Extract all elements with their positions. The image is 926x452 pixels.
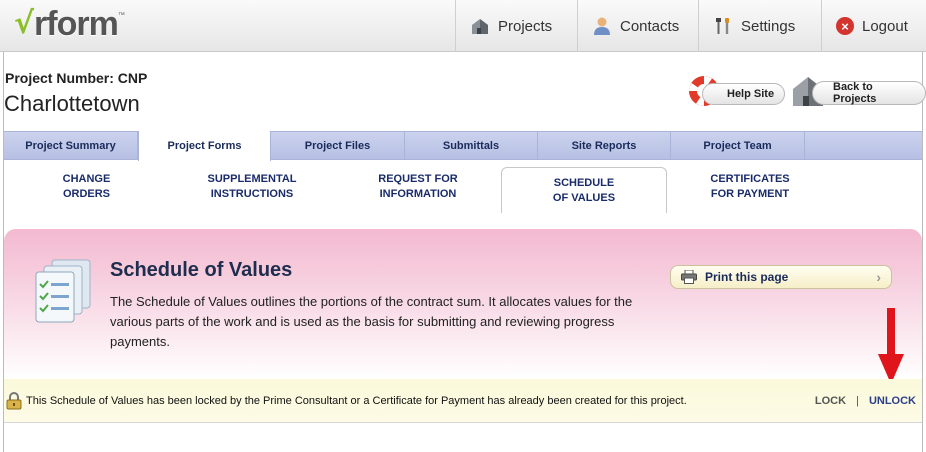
help-site-label: Help Site	[702, 82, 786, 105]
project-name: Charlottetown	[4, 91, 140, 116]
chevron-right-icon: ›	[876, 269, 881, 285]
tab-project-summary[interactable]: Project Summary	[4, 132, 138, 159]
logo-text: rform	[34, 5, 119, 43]
checklist-document-icon	[30, 254, 100, 326]
print-page-label: Print this page	[705, 270, 789, 284]
form-subtabs: CHANGE ORDERS SUPPLEMENTAL INSTRUCTIONS RE…	[4, 161, 922, 213]
print-page-button[interactable]: Print this page ›	[670, 265, 892, 289]
back-to-projects-label: Back to Projects	[812, 80, 926, 105]
subtab-line: ORDERS	[62, 188, 111, 200]
subtab-certificates-for-payment[interactable]: CERTIFICATES FOR PAYMENT	[667, 161, 833, 213]
padlock-icon	[6, 391, 22, 410]
subtab-line: INFORMATION	[379, 188, 457, 200]
subtab-schedule-of-values[interactable]: SCHEDULE OF VALUES	[501, 167, 667, 213]
subtab-supplemental-instructions[interactable]: SUPPLEMENTAL INSTRUCTIONS	[169, 161, 335, 213]
back-to-projects-button[interactable]: Back to Projects	[790, 72, 926, 113]
schedule-of-values-panel: Schedule of Values The Schedule of Value…	[4, 229, 922, 379]
tab-submittals[interactable]: Submittals	[405, 132, 538, 159]
subtab-request-for-information[interactable]: REQUEST FOR INFORMATION	[335, 161, 501, 213]
unlock-link[interactable]: UNLOCK	[869, 395, 916, 407]
project-tabs: Project Summary Project Forms Project Fi…	[4, 131, 922, 161]
top-bar: √ rform ™ Projects Contacts Settings × L…	[0, 0, 926, 52]
nav-settings[interactable]: Settings	[698, 0, 821, 52]
logo-check: √	[14, 6, 35, 41]
lock-actions: LOCK | UNLOCK	[815, 379, 916, 423]
lock-status-bar: This Schedule of Values has been locked …	[4, 379, 922, 423]
nav-logout[interactable]: × Logout	[821, 0, 926, 52]
lock-status-message: This Schedule of Values has been locked …	[26, 394, 687, 407]
nav-logout-label: Logout	[862, 17, 908, 35]
tab-project-forms[interactable]: Project Forms	[138, 131, 271, 161]
lock-link[interactable]: LOCK	[815, 395, 846, 407]
project-number: Project Number: CNP	[5, 70, 148, 86]
help-site-button[interactable]: Help Site	[686, 73, 786, 114]
nav-contacts[interactable]: Contacts	[577, 0, 698, 52]
subtab-line: CERTIFICATES	[710, 173, 790, 185]
subtab-line: OF VALUES	[552, 191, 616, 204]
nav-projects[interactable]: Projects	[455, 0, 577, 52]
red-arrow-annotation	[878, 308, 904, 384]
subtab-line: FOR PAYMENT	[710, 188, 790, 200]
nav-contacts-label: Contacts	[620, 17, 680, 35]
tools-icon	[713, 16, 733, 36]
nav-settings-label: Settings	[741, 17, 796, 35]
subtab-line: SCHEDULE	[553, 176, 615, 189]
close-circle-icon: ×	[836, 17, 854, 35]
house-icon	[470, 16, 490, 36]
subtab-line: SUPPLEMENTAL	[207, 173, 297, 185]
tab-project-files[interactable]: Project Files	[271, 132, 405, 159]
logo-trademark: ™	[117, 12, 125, 19]
tab-site-reports[interactable]: Site Reports	[538, 132, 671, 159]
tab-project-team[interactable]: Project Team	[671, 132, 805, 159]
subtab-line: REQUEST FOR	[378, 173, 458, 185]
lock-separator: |	[856, 395, 859, 407]
nav-projects-label: Projects	[498, 17, 553, 35]
printer-icon	[681, 269, 697, 284]
subtab-line: INSTRUCTIONS	[210, 188, 294, 200]
brand-logo[interactable]: √ rform ™	[14, 6, 125, 46]
subtab-line: CHANGE	[62, 173, 111, 185]
page-title: Schedule of Values	[110, 259, 293, 281]
person-icon	[592, 16, 612, 36]
subtab-change-orders[interactable]: CHANGE ORDERS	[4, 161, 169, 213]
page-description: The Schedule of Values outlines the port…	[110, 294, 633, 349]
